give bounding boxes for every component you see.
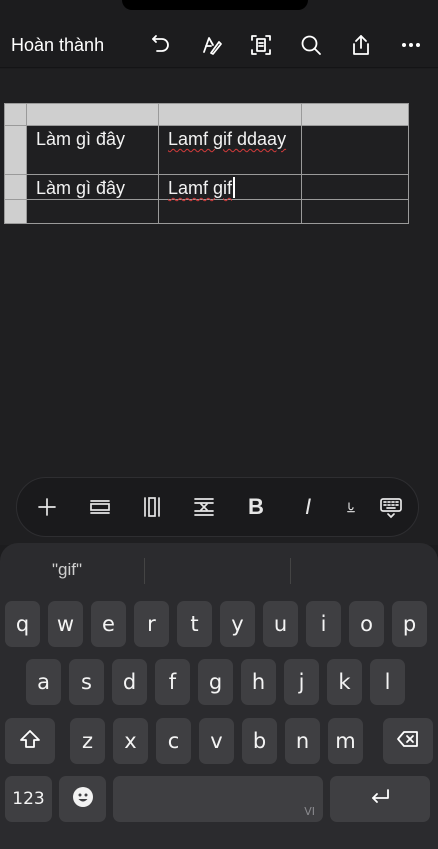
suggestion-divider [144,558,145,584]
suggestion-divider [290,558,291,584]
table-cell[interactable] [301,199,409,224]
key-g[interactable]: g [198,659,233,705]
document-area[interactable]: Làm gì đây Lamf gif ddaay Làm gì đây Lam… [0,69,438,545]
done-button[interactable]: Hoàn thành [11,35,104,56]
italic-icon[interactable]: I [295,494,321,520]
insert-column-icon[interactable] [139,494,165,520]
numbers-key[interactable]: 123 [5,776,52,822]
key-u[interactable]: u [263,601,298,647]
key-i[interactable]: i [306,601,341,647]
format-toolbar: B I [16,477,419,537]
key-j[interactable]: j [284,659,319,705]
table-cell[interactable] [26,199,159,224]
key-l[interactable]: l [370,659,405,705]
key-w[interactable]: w [48,601,83,647]
underline-icon[interactable] [343,494,359,520]
bold-icon[interactable]: B [243,494,269,520]
key-z[interactable]: z [70,718,105,764]
table-row: Làm gì đây Lamf gif ddaay [4,125,409,175]
key-q[interactable]: q [5,601,40,647]
table-cell[interactable]: Làm gì đây [26,125,159,175]
backspace-key[interactable] [383,718,433,764]
key-c[interactable]: c [156,718,191,764]
keyboard-dismiss-icon[interactable] [378,494,404,520]
key-n[interactable]: n [285,718,320,764]
emoji-key[interactable] [59,776,106,822]
share-icon[interactable] [348,32,374,58]
row-handle[interactable] [4,199,27,224]
top-toolbar: Hoàn thành [0,10,438,68]
shift-key[interactable] [5,718,55,764]
table-row: Làm gì đây Lamf gif [4,174,409,200]
key-a[interactable]: a [26,659,61,705]
shift-icon [18,727,42,756]
key-m[interactable]: m [328,718,363,764]
language-indicator: VI [304,805,315,818]
return-key[interactable] [330,776,430,822]
search-icon[interactable] [298,32,324,58]
key-e[interactable]: e [91,601,126,647]
suggestion-item[interactable]: "gif" [52,560,82,580]
key-k[interactable]: k [327,659,362,705]
table-cell[interactable] [158,199,302,224]
key-y[interactable]: y [220,601,255,647]
key-v[interactable]: v [199,718,234,764]
key-r[interactable]: r [134,601,169,647]
camera-notch [122,0,308,10]
table[interactable]: Làm gì đây Lamf gif ddaay Làm gì đây Lam… [4,103,409,224]
key-f[interactable]: f [155,659,190,705]
table-row [4,199,409,224]
column-handle[interactable] [301,103,409,126]
key-t[interactable]: t [177,601,212,647]
backspace-icon [396,727,420,756]
return-icon [368,785,392,814]
table-cell[interactable] [301,125,409,175]
insert-row-icon[interactable] [87,494,113,520]
space-key[interactable]: VI [113,776,323,822]
table-cell-active[interactable]: Lamf gif [158,174,302,200]
key-o[interactable]: o [349,601,384,647]
delete-row-icon[interactable] [191,494,217,520]
key-s[interactable]: s [69,659,104,705]
key-x[interactable]: x [113,718,148,764]
table-corner-handle[interactable] [4,103,27,126]
keyboard: "gif" q w e r t y u i o p a s d f g h j … [0,543,438,849]
table-cell[interactable]: Lamf gif ddaay [158,125,302,175]
undo-icon[interactable] [148,32,174,58]
more-icon[interactable] [398,32,424,58]
column-handle[interactable] [26,103,159,126]
row-handle[interactable] [4,125,27,175]
emoji-icon [71,785,95,814]
pen-icon[interactable] [198,32,224,58]
scan-text-icon[interactable] [248,32,274,58]
table-cell[interactable] [301,174,409,200]
key-b[interactable]: b [242,718,277,764]
row-handle[interactable] [4,174,27,200]
plus-icon[interactable] [34,494,60,520]
table-cell[interactable]: Làm gì đây [26,174,159,200]
key-d[interactable]: d [112,659,147,705]
column-handle[interactable] [158,103,302,126]
text-cursor [233,177,236,198]
key-p[interactable]: p [392,601,427,647]
key-h[interactable]: h [241,659,276,705]
